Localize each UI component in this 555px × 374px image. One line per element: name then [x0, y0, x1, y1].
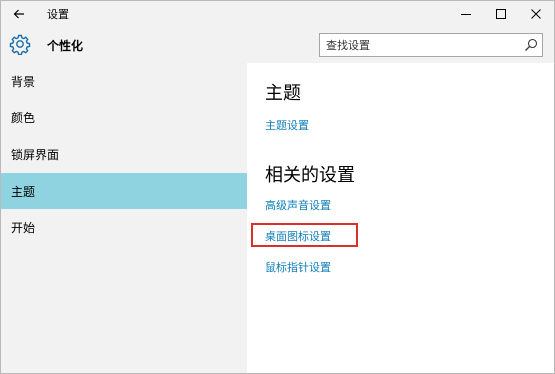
advanced-sound-settings-link[interactable]: 高级声音设置	[265, 197, 331, 213]
sidebar-item-lock-screen[interactable]: 锁屏界面	[1, 136, 247, 172]
sidebar-item-label: 开始	[11, 220, 36, 235]
section-title-theme: 主题	[265, 83, 301, 104]
search-input[interactable]	[326, 37, 516, 53]
window-title: 设置	[47, 8, 69, 21]
search-box[interactable]	[319, 33, 543, 57]
close-icon	[531, 9, 541, 19]
mouse-pointer-settings-link[interactable]: 鼠标指针设置	[265, 259, 331, 275]
close-button[interactable]	[519, 1, 553, 27]
settings-window: 设置 个性化 查找设置 背景 颜色 锁屏界面 主题 开始 主题 主题设置 相关的…	[0, 0, 555, 374]
sidebar-item-background[interactable]: 背景	[1, 63, 247, 99]
sidebar: 背景 颜色 锁屏界面 主题 开始	[1, 63, 247, 373]
sidebar-item-label: 背景	[11, 74, 36, 89]
back-arrow-icon	[13, 9, 24, 19]
sidebar-item-label: 锁屏界面	[11, 147, 60, 162]
maximize-button[interactable]	[484, 1, 518, 27]
minimize-icon	[461, 14, 471, 15]
sidebar-item-label: 颜色	[11, 110, 36, 125]
maximize-icon	[496, 9, 506, 19]
search-icon[interactable]	[524, 38, 538, 52]
sidebar-item-label: 主题	[11, 184, 36, 199]
page-title: 个性化	[47, 39, 84, 53]
theme-settings-link[interactable]: 主题设置	[265, 117, 309, 133]
minimize-button[interactable]	[449, 1, 483, 27]
title-bar: 设置	[1, 1, 554, 27]
desktop-icon-settings-link[interactable]: 桌面图标设置	[265, 228, 331, 244]
sidebar-item-start[interactable]: 开始	[1, 209, 247, 245]
main-content: 主题 主题设置 相关的设置 高级声音设置 桌面图标设置 鼠标指针设置	[247, 63, 554, 373]
back-button[interactable]	[1, 1, 37, 27]
section-title-related: 相关的设置	[265, 165, 355, 186]
gear-icon	[9, 34, 31, 55]
page-header: 个性化	[1, 27, 554, 63]
sidebar-item-colors[interactable]: 颜色	[1, 99, 247, 135]
sidebar-item-themes[interactable]: 主题	[1, 173, 247, 209]
